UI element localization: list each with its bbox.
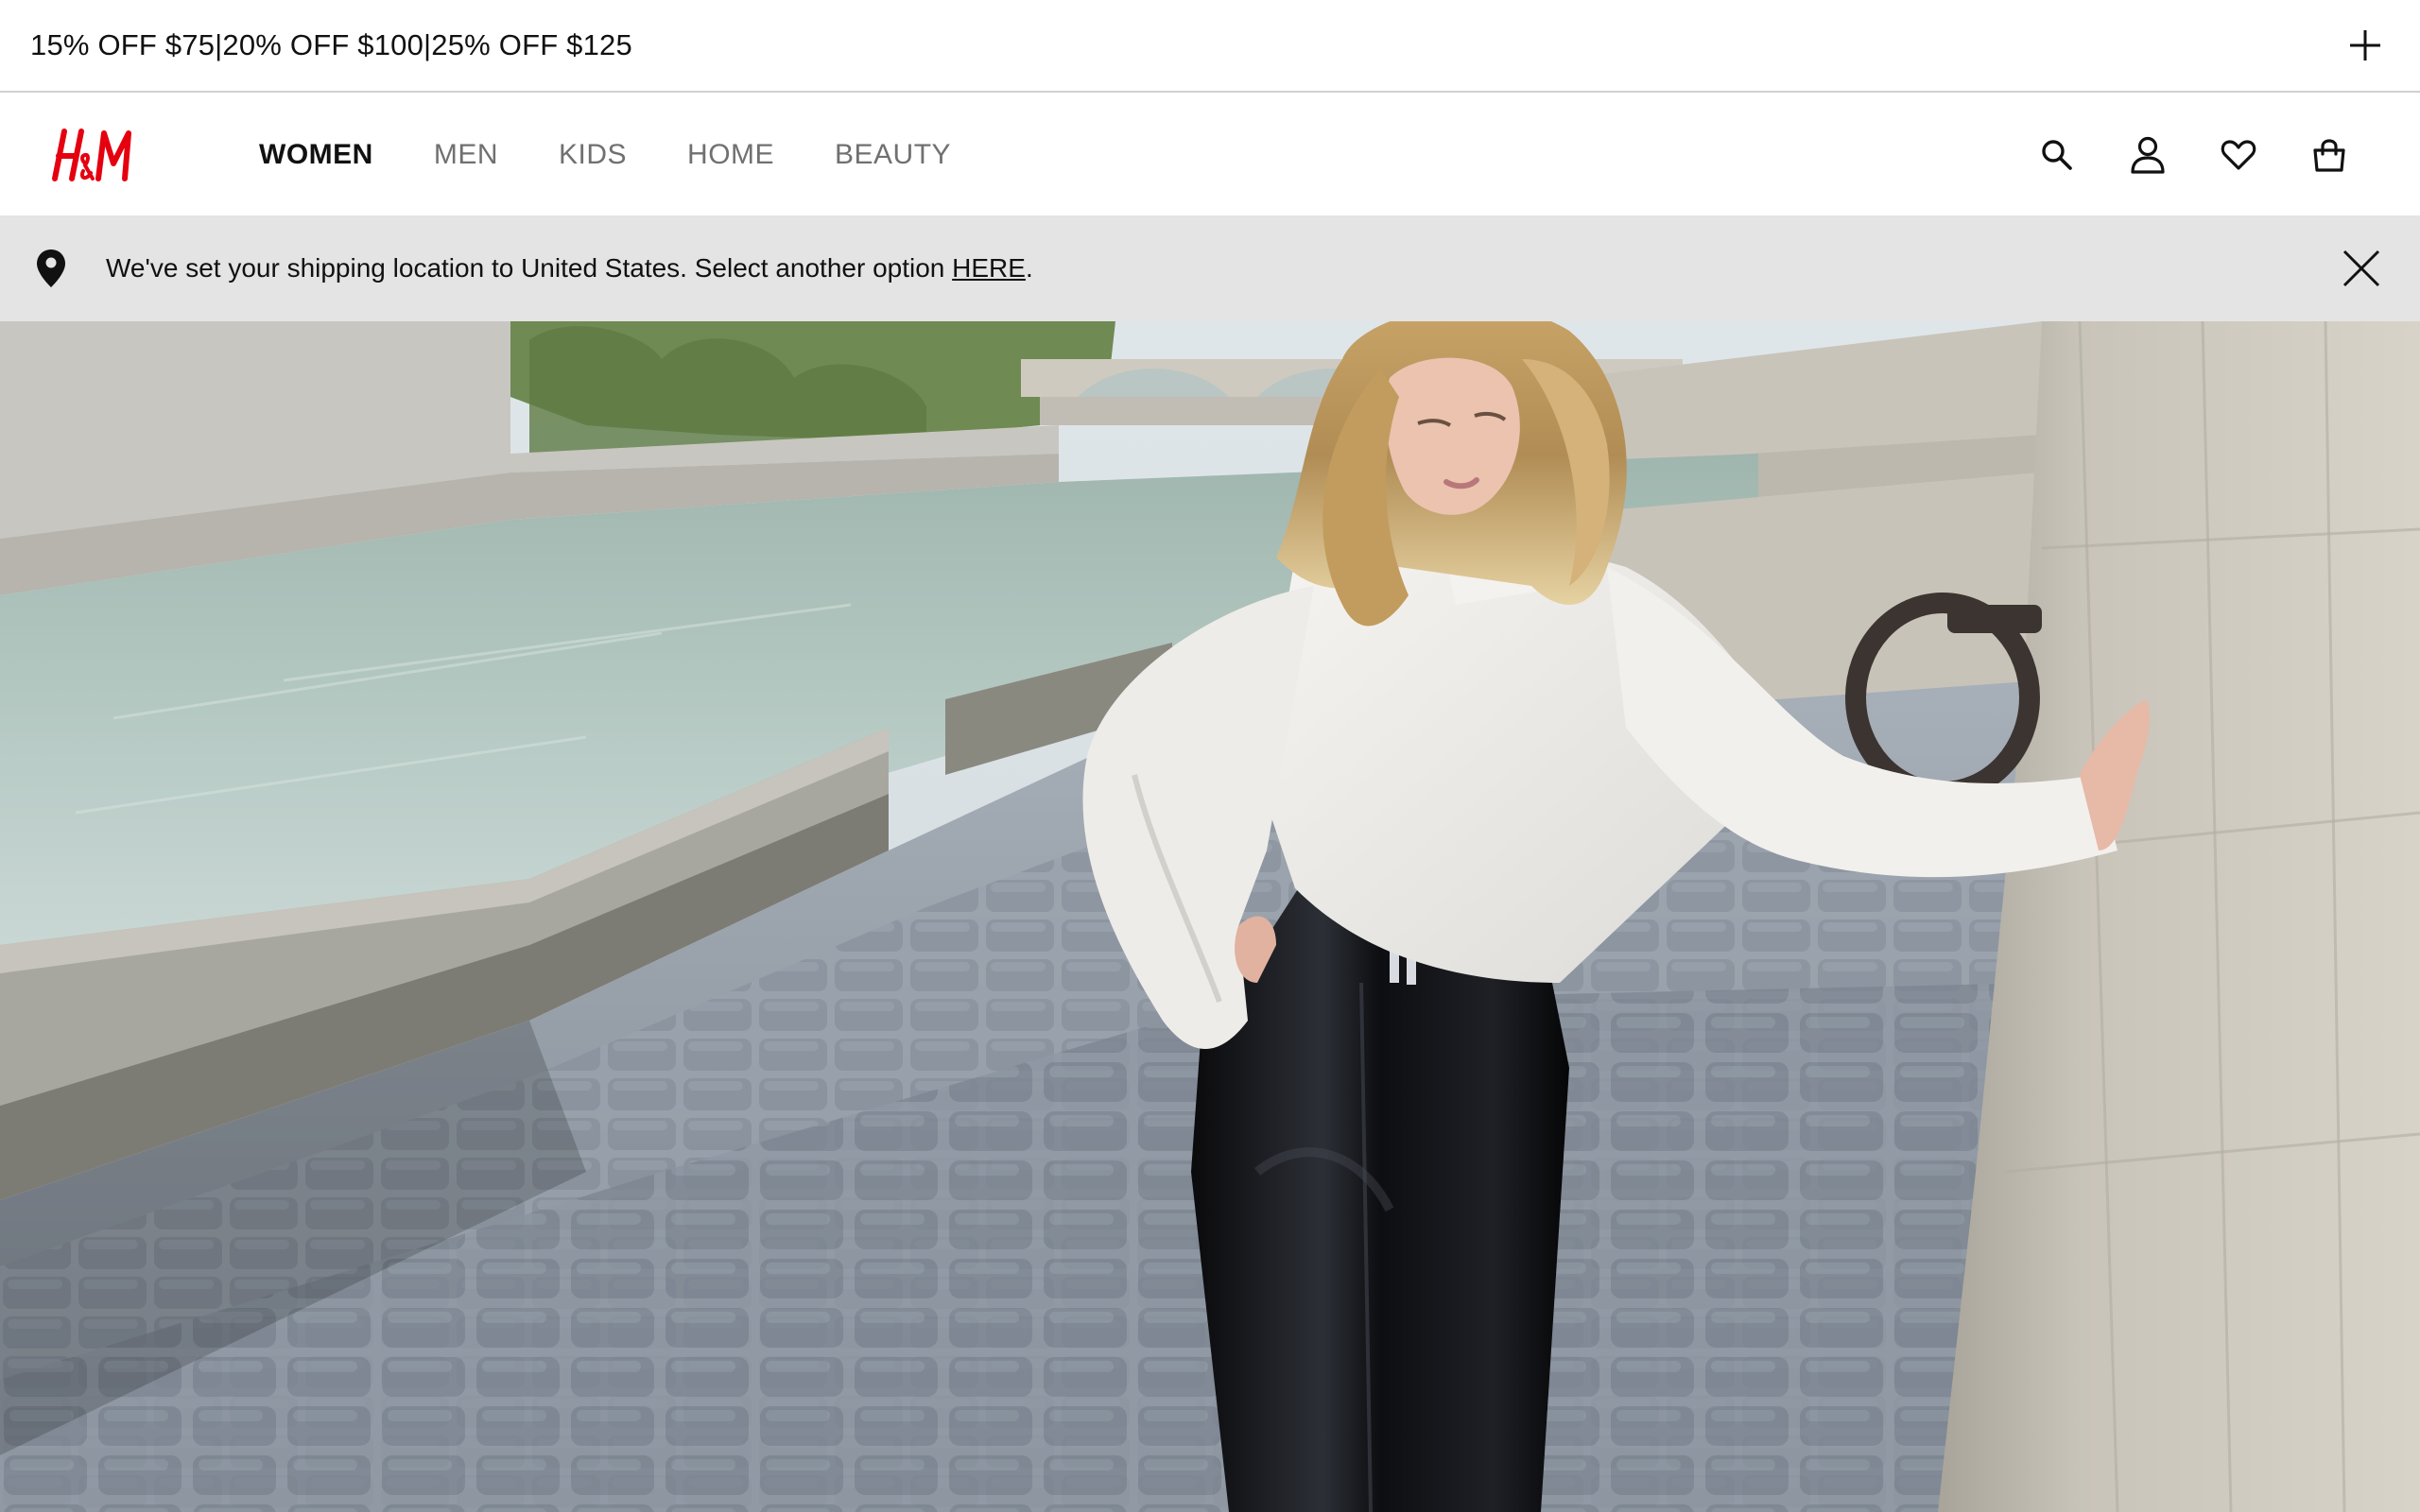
main-nav: WOMEN MEN KIDS HOME BEAUTY (259, 139, 951, 171)
shipping-message: We've set your shipping location to Unit… (106, 253, 1033, 284)
location-pin-icon (32, 246, 70, 291)
header-icons (2034, 132, 2377, 178)
favorites-icon[interactable] (2216, 132, 2261, 178)
account-icon[interactable] (2125, 132, 2170, 178)
nav-men[interactable]: MEN (434, 139, 498, 171)
search-icon[interactable] (2034, 132, 2080, 178)
shipping-here-link[interactable]: HERE (952, 253, 1026, 283)
site-header: WOMEN MEN KIDS HOME BEAUTY (0, 94, 2420, 215)
nav-women[interactable]: WOMEN (259, 139, 373, 171)
close-icon[interactable] (2335, 242, 2388, 295)
promo-text: 15% OFF $75|20% OFF $100|25% OFF $125 (30, 28, 632, 61)
promo-bar: 15% OFF $75|20% OFF $100|25% OFF $125 (0, 0, 2420, 93)
nav-home[interactable]: HOME (687, 139, 774, 171)
nav-kids[interactable]: KIDS (559, 139, 627, 171)
plus-icon[interactable] (2341, 21, 2390, 70)
shopping-bag-icon[interactable] (2307, 132, 2352, 178)
shipping-message-suffix: . (1025, 253, 1033, 283)
nav-beauty[interactable]: BEAUTY (835, 139, 951, 171)
hm-logo[interactable] (43, 122, 142, 188)
shipping-location-banner: We've set your shipping location to Unit… (0, 215, 2420, 321)
hero-campaign-image[interactable] (0, 321, 2420, 1512)
shipping-message-text: We've set your shipping location to Unit… (106, 253, 953, 283)
